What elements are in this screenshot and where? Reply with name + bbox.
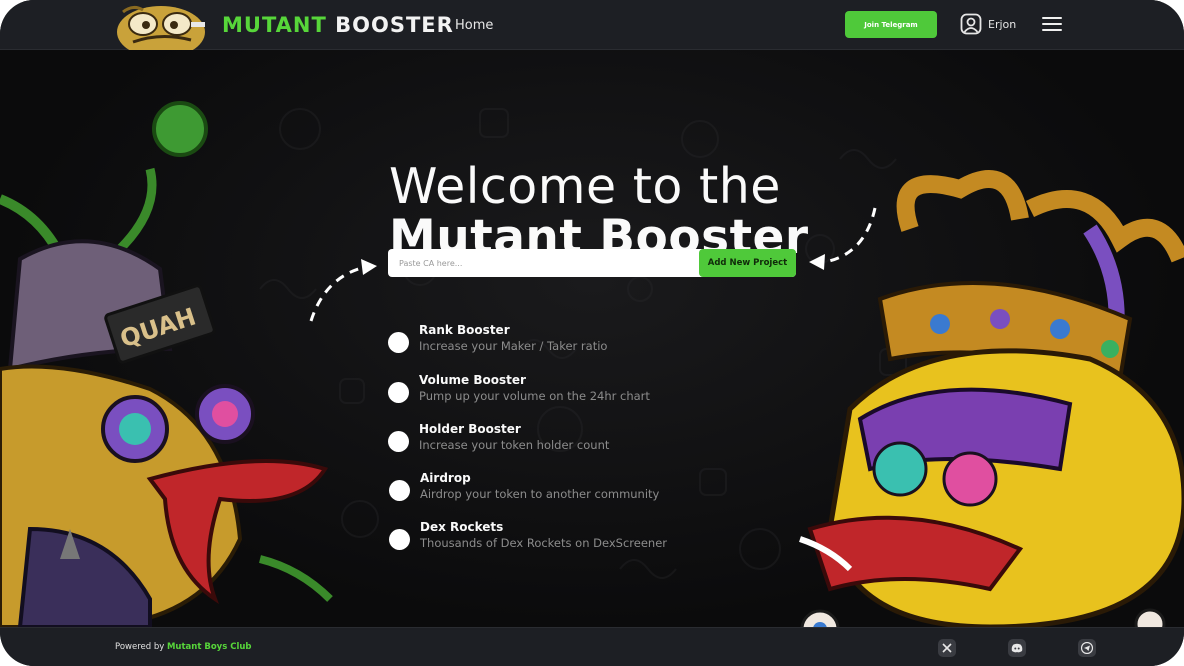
discord-glyph [1011,643,1023,653]
feature-description: Airdrop your token to another community [420,487,660,501]
top-navigation-bar: MUTANT BOOSTER Home Join Telegram Erjon [0,0,1184,50]
left-dashed-arrow-icon [309,259,377,322]
user-profile-icon[interactable] [960,13,982,35]
x-glyph [942,643,952,653]
mutant-logo-icon[interactable] [113,2,209,50]
powered-by-text: Powered by Mutant Boys Club [115,642,252,652]
feature-title: Rank Booster [419,323,510,337]
powered-by-prefix: Powered by [115,642,165,652]
feature-description: Increase your token holder count [419,438,610,452]
radio-circle-icon[interactable] [389,529,410,550]
app-window: MUTANT BOOSTER Home Join Telegram Erjon [0,0,1184,666]
discord-icon[interactable] [1008,639,1026,657]
right-dashed-arrow-icon [809,207,877,270]
brand-logo-text[interactable]: MUTANT BOOSTER [222,13,454,37]
feature-title: Airdrop [420,471,471,485]
join-telegram-button[interactable]: Join Telegram [845,11,937,38]
radio-circle-icon[interactable] [388,382,409,403]
username-label[interactable]: Erjon [988,18,1016,31]
feature-title: Dex Rockets [420,520,504,534]
telegram-glyph [1081,642,1093,654]
left-mutant-character-illustration: QUAH [0,101,333,627]
nav-home-link[interactable]: Home [455,18,493,33]
footer-bar: Powered by Mutant Boys Club [0,627,1184,666]
hero-title-line1: Welcome to the [389,158,781,215]
telegram-icon[interactable] [1078,639,1096,657]
feature-description: Pump up your volume on the 24hr chart [419,389,650,403]
mutant-boys-club-link[interactable]: Mutant Boys Club [167,642,252,652]
radio-circle-icon[interactable] [389,480,410,501]
radio-circle-icon[interactable] [388,431,409,452]
feature-description: Increase your Maker / Taker ratio [419,339,608,353]
brand-booster-text: BOOSTER [335,13,454,37]
add-new-project-button[interactable]: Add New Project [699,249,796,277]
feature-title: Volume Booster [419,373,526,387]
feature-title: Holder Booster [419,422,521,436]
hamburger-menu-icon[interactable] [1042,16,1062,32]
radio-circle-icon[interactable] [388,332,409,353]
x-icon[interactable] [938,639,956,657]
feature-description: Thousands of Dex Rockets on DexScreener [420,536,668,550]
brand-mutant-text: MUTANT [222,13,327,37]
contract-address-input[interactable] [388,249,699,277]
